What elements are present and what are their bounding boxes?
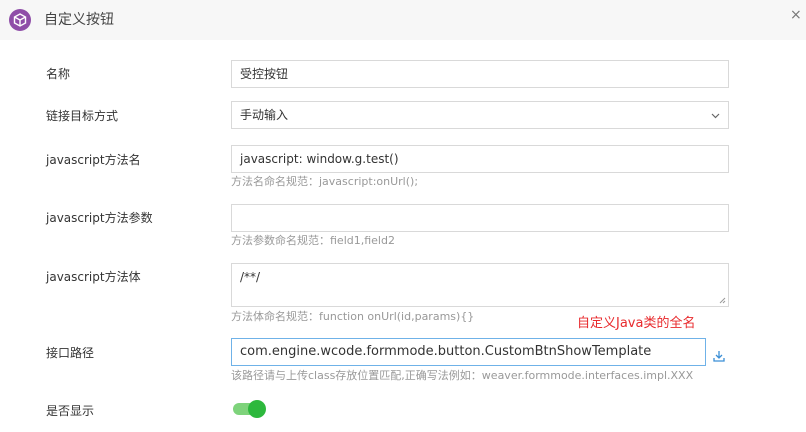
chevron-down-icon [711,113,720,119]
name-label: 名称 [46,67,71,81]
js-params-hint: 方法参数命名规范：field1,field2 [231,234,395,247]
link-mode-value: 手动输入 [240,108,289,122]
js-body-textarea[interactable]: /**/ [231,263,729,307]
link-mode-select[interactable]: 手动输入 [231,101,729,129]
display-label: 是否显示 [46,404,95,418]
close-icon[interactable]: × [790,8,802,22]
js-method-hint: 方法名命名规范：javascript:onUrl(); [231,175,419,188]
interface-path-hint: 该路径请与上传class存放位置匹配,正确写法例如：weaver.formmod… [231,369,694,382]
display-toggle[interactable] [233,400,266,418]
js-method-input[interactable]: javascript: window.g.test() [231,145,729,173]
dialog-title: 自定义按钮 [44,12,114,28]
annotation-note: 自定义Java类的全名 [577,316,696,331]
resize-grip-icon[interactable] [719,297,726,304]
interface-path-input[interactable]: com.engine.wcode.formmode.button.CustomB… [231,338,706,366]
interface-path-label: 接口路径 [46,346,95,360]
name-input[interactable]: 受控按钮 [231,60,729,88]
download-icon[interactable] [712,349,726,363]
js-body-hint: 方法体命名规范：function onUrl(id,params){} [231,310,475,323]
js-body-label: javascript方法体 [46,270,141,284]
js-method-label: javascript方法名 [46,153,141,167]
js-body-value: /**/ [240,270,261,284]
dialog-header: 自定义按钮 × [0,0,806,40]
js-params-input[interactable] [231,204,729,232]
js-params-label: javascript方法参数 [46,211,153,225]
toggle-knob [248,400,266,418]
app-logo-icon [9,9,31,31]
link-mode-label: 链接目标方式 [46,109,119,123]
